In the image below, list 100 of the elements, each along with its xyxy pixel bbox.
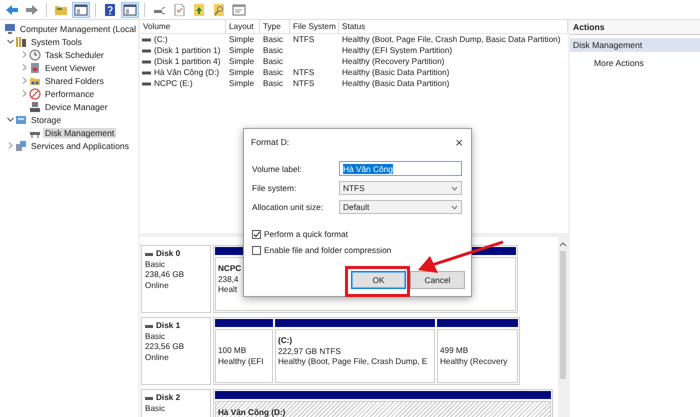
table-cell: Healthy (Basic Data Partition) xyxy=(342,79,450,88)
dialog-button[interactable]: Cancel xyxy=(410,271,465,289)
device-icon xyxy=(29,100,41,112)
table-cell: Healthy (EFI System Partition) xyxy=(342,46,452,55)
table-cell: Basic xyxy=(263,57,284,66)
table-cell: Healthy (Basic Data Partition) xyxy=(342,68,450,77)
disk-detail: Online xyxy=(145,352,170,363)
disk-detail: Basic xyxy=(145,404,166,414)
table-cell: Simple xyxy=(229,46,254,55)
column-header[interactable]: Layout xyxy=(226,20,260,34)
table-cell: Basic xyxy=(263,79,284,88)
table-cell: (Disk 1 partition 1) xyxy=(154,46,220,55)
table-cell: Basic xyxy=(263,46,284,55)
scrollbar[interactable] xyxy=(558,237,568,417)
tree-item[interactable]: Computer Management (Local xyxy=(18,24,138,34)
partition-bar xyxy=(215,319,273,327)
dropdown[interactable]: Default xyxy=(339,200,462,214)
plug-icon xyxy=(152,4,166,16)
table-cell: NCPC (E:) xyxy=(154,79,193,88)
disk-detail: Basic xyxy=(145,260,166,270)
disk-detail: 238,46 GB xyxy=(145,270,186,280)
folder-icon xyxy=(54,4,68,16)
partition[interactable]: (C:) 222,97 GB NTFS Healthy (Boot, Page File, Crash Dump, E xyxy=(275,329,435,383)
checkbox[interactable] xyxy=(252,246,261,254)
partition[interactable]: 499 MB Healthy (Recovery xyxy=(437,329,518,383)
scroll-thumb[interactable] xyxy=(560,251,566,379)
checkbox-label: Perform a quick format xyxy=(264,229,348,239)
partition-name: (C:) xyxy=(278,336,292,346)
field-label: File system: xyxy=(252,183,298,193)
disk-detail: Basic xyxy=(145,332,166,342)
caret-icon xyxy=(451,186,458,190)
table-cell: Hà Văn Công (D:) xyxy=(154,68,220,77)
table-cell: Basic xyxy=(263,35,284,44)
toolbar-button[interactable] xyxy=(72,2,90,18)
disk-name: Disk 2 xyxy=(156,393,180,404)
partition-status: Healthy (Boot, Page File, Crash Dump, E xyxy=(278,357,428,368)
field-label: Allocation unit size: xyxy=(252,202,324,212)
dialog-button[interactable]: OK xyxy=(351,271,406,289)
disk-name: Disk 0 xyxy=(156,249,180,260)
tree-item[interactable]: Task Scheduler xyxy=(43,50,106,60)
partition-size: 238,4 xyxy=(218,274,238,285)
caret-icon xyxy=(451,204,458,210)
partition-size: 222,97 GB NTFS xyxy=(278,346,341,357)
computer-icon xyxy=(4,22,16,34)
close-button[interactable]: × xyxy=(455,134,463,150)
forward-arrow-icon xyxy=(25,4,39,16)
table-cell: Basic xyxy=(263,68,284,77)
log-icon xyxy=(29,62,41,74)
column-header[interactable]: Type xyxy=(260,20,290,34)
field-label: Volume label: xyxy=(252,164,303,174)
table-cell: Simple xyxy=(229,57,254,66)
partition[interactable]: 100 MB Healthy (EFI xyxy=(215,329,273,383)
scroll-up-icon xyxy=(558,240,568,248)
table-cell: NTFS xyxy=(293,68,314,77)
toolbox-icon xyxy=(15,36,27,48)
back-arrow-icon xyxy=(5,4,19,16)
page-icon xyxy=(172,4,186,16)
partition-status: Healthy (Recovery xyxy=(440,356,508,367)
partition-status: Healthy (EFI xyxy=(218,356,264,367)
table-cell: Simple xyxy=(229,68,254,77)
action-item[interactable]: More Actions xyxy=(570,56,700,70)
tree-item[interactable]: Device Manager xyxy=(43,102,110,112)
tree-item[interactable]: Services and Applications xyxy=(29,140,131,150)
table-cell: Simple xyxy=(229,35,254,44)
partition-size: 499 MB xyxy=(440,346,468,356)
partition-status: Healt xyxy=(218,285,238,296)
table-cell: NTFS xyxy=(293,35,314,44)
clock-icon xyxy=(29,48,41,60)
dropdown[interactable]: NTFS xyxy=(339,181,462,195)
column-header[interactable]: Status xyxy=(339,20,568,34)
volume-label-field[interactable]: Hà Văn Công xyxy=(339,161,462,176)
window-icon xyxy=(232,4,246,16)
table-cell: (Disk 1 partition 4) xyxy=(154,57,220,66)
column-header[interactable]: Volume xyxy=(140,20,226,34)
partition-size: 100 MB xyxy=(218,346,246,356)
checkbox[interactable] xyxy=(252,230,261,238)
panel-icon xyxy=(74,4,88,16)
panel-icon xyxy=(123,4,137,16)
tree-item[interactable]: Shared Folders xyxy=(43,76,106,86)
disk-detail: 223,56 GB xyxy=(145,342,186,352)
tree-item[interactable]: Event Viewer xyxy=(43,62,98,72)
column-header[interactable]: File System xyxy=(290,20,339,34)
services-icon xyxy=(15,140,27,152)
tree-item[interactable]: System Tools xyxy=(29,36,84,46)
dialog-title: Format D: xyxy=(251,137,290,147)
tree-item[interactable]: Disk Management xyxy=(43,128,116,138)
table-cell: NTFS xyxy=(293,79,314,88)
disk-detail: Online xyxy=(145,280,170,291)
partition-name: Hà Văn Công (D:) xyxy=(218,408,286,417)
tree-item[interactable]: Performance xyxy=(43,88,96,98)
help-icon xyxy=(103,4,117,16)
toolbar-button[interactable] xyxy=(121,2,139,18)
partition[interactable]: Hà Văn Công (D:) xyxy=(215,401,551,417)
folder-search-icon xyxy=(212,4,226,16)
toolbar-button[interactable] xyxy=(230,2,248,18)
storage-icon xyxy=(15,114,27,126)
checkbox-label: Enable file and folder compression xyxy=(264,245,392,255)
action-item[interactable]: Disk Management xyxy=(570,38,700,52)
actions-header: Actions xyxy=(570,20,700,35)
tree-item[interactable]: Storage xyxy=(29,114,64,124)
